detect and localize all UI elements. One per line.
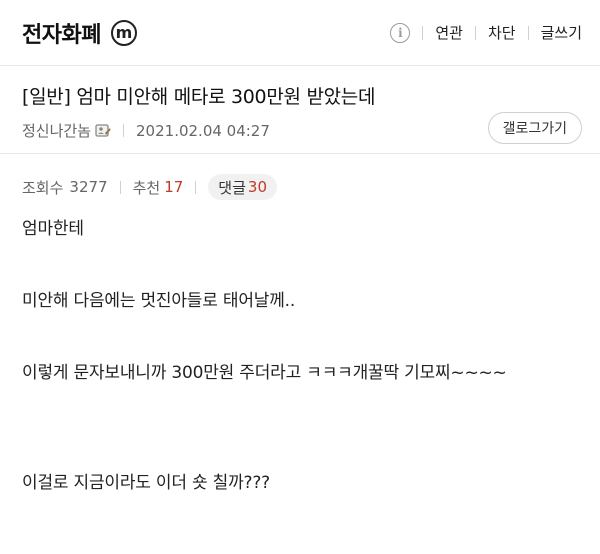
divider <box>119 180 121 194</box>
views-count: 3277 <box>69 178 108 196</box>
block-link[interactable]: 차단 <box>488 22 516 43</box>
related-link[interactable]: 연관 <box>435 22 463 43</box>
body-line: 이렇게 문자보내니까 300만원 주더라고 ㅋㅋㅋ개꿀딱 기모찌~~~~ <box>22 363 507 383</box>
minor-gallery-badge-icon: m <box>110 19 137 46</box>
recommend-count: 17 <box>164 178 184 196</box>
body-line: 엄마한테 <box>22 219 84 239</box>
divider <box>422 25 424 40</box>
top-header: 전자화폐 m i 연관 차단 글쓰기 <box>0 0 600 66</box>
info-icon[interactable]: i <box>390 22 411 43</box>
gallery-title[interactable]: 전자화폐 <box>22 17 101 49</box>
divider <box>123 124 125 137</box>
divider <box>527 25 529 40</box>
post-page: 전자화폐 m i 연관 차단 글쓰기 [일반] 엄마 미안해 메타로 300만원… <box>0 0 600 554</box>
gallog-button[interactable]: 갤로그가기 <box>487 112 582 144</box>
fixed-user-icon <box>95 123 111 137</box>
divider <box>195 180 197 194</box>
body-line: 이걸로 지금이라도 이더 숏 칠까??? <box>22 473 271 493</box>
divider <box>474 25 476 40</box>
post-meta: 정신나간놈 2021.02.04 04:27 <box>22 120 270 141</box>
write-link[interactable]: 글쓰기 <box>541 22 582 43</box>
post-title: [일반] 엄마 미안해 메타로 300만원 받았는데 <box>22 86 376 108</box>
author-name[interactable]: 정신나간놈 <box>22 120 91 141</box>
post-header: [일반] 엄마 미안해 메타로 300만원 받았는데 정신나간놈 2021.02… <box>0 66 600 154</box>
views-label: 조회수 <box>22 178 64 197</box>
comments-button[interactable]: 댓글 30 <box>208 174 277 200</box>
body-line: 미안해 다음에는 멋진아들로 태어날께.. <box>22 291 296 311</box>
recommend-label: 추천 <box>132 178 161 197</box>
post-stats: 조회수 3277 추천 17 댓글 30 <box>22 174 277 200</box>
comments-count: 30 <box>247 178 267 196</box>
comments-label: 댓글 <box>218 178 246 197</box>
header-actions: i 연관 차단 글쓰기 <box>390 22 582 43</box>
post-datetime: 2021.02.04 04:27 <box>136 121 270 140</box>
